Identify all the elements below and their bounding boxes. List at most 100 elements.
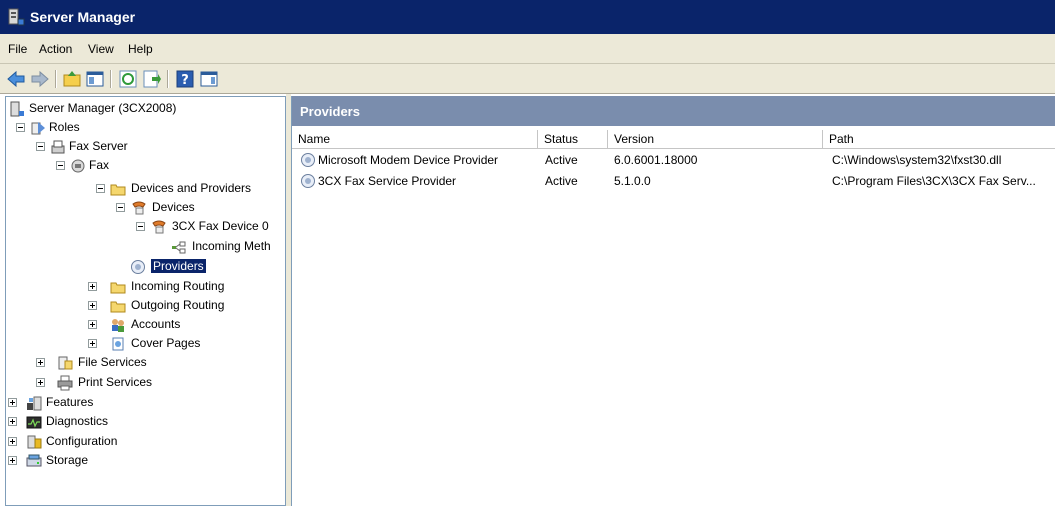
menu-bar: File Action View Help bbox=[0, 34, 1055, 64]
export-list-icon[interactable] bbox=[142, 69, 162, 89]
expand-toggle[interactable] bbox=[8, 456, 17, 465]
toolbar: ? bbox=[0, 64, 1055, 94]
tree-item-devices-and-providers[interactable]: Devices and Providers bbox=[6, 179, 285, 198]
list-item[interactable]: 3CX Fax Service Provider Active 5.1.0.0 … bbox=[292, 172, 1055, 191]
roles-icon bbox=[31, 122, 45, 135]
expand-toggle[interactable] bbox=[8, 398, 17, 407]
back-arrow-icon[interactable] bbox=[6, 69, 26, 89]
expand-toggle[interactable] bbox=[36, 378, 45, 387]
users-icon bbox=[112, 319, 124, 332]
tree-label: File Services bbox=[78, 355, 147, 369]
cell-version: 6.0.6001.18000 bbox=[614, 153, 698, 167]
collapse-toggle[interactable] bbox=[16, 123, 25, 132]
features-icon bbox=[27, 396, 42, 411]
expand-toggle[interactable] bbox=[88, 301, 97, 310]
column-header-path[interactable]: Path bbox=[823, 130, 1055, 149]
tree-item-incoming-method[interactable]: Incoming Meth bbox=[6, 237, 285, 256]
collapse-toggle[interactable] bbox=[96, 184, 105, 193]
list-item[interactable]: Microsoft Modem Device Provider Active 6… bbox=[292, 151, 1055, 170]
tree-label: Storage bbox=[46, 453, 89, 467]
printer-icon bbox=[57, 375, 73, 391]
tree-label: Fax bbox=[89, 158, 110, 172]
column-header-status[interactable]: Status bbox=[538, 130, 608, 149]
action-pane-icon[interactable] bbox=[199, 69, 219, 89]
tree-label: Fax Server bbox=[69, 139, 128, 153]
collapse-toggle[interactable] bbox=[36, 142, 45, 151]
tree-item-roles[interactable]: Roles bbox=[6, 118, 285, 137]
tree-item-providers[interactable]: Providers bbox=[6, 257, 285, 276]
cell-name: Microsoft Modem Device Provider bbox=[318, 153, 499, 167]
provider-icon bbox=[131, 260, 145, 274]
cover-page-icon bbox=[112, 337, 124, 351]
results-pane: Providers Name Status Version Path Micro… bbox=[291, 96, 1055, 506]
cell-path: C:\Program Files\3CX\3CX Fax Serv... bbox=[832, 174, 1036, 188]
folder-icon bbox=[110, 282, 126, 294]
window-title: Server Manager bbox=[30, 9, 136, 25]
menu-action[interactable]: Action bbox=[39, 42, 72, 56]
forward-arrow-icon[interactable] bbox=[30, 69, 50, 89]
navigation-tree[interactable]: Server Manager (3CX2008) Roles Fax Serve… bbox=[5, 96, 286, 506]
expand-toggle[interactable] bbox=[88, 320, 97, 329]
tree-item-server-manager[interactable]: Server Manager (3CX2008) bbox=[6, 99, 285, 118]
expand-toggle[interactable] bbox=[88, 282, 97, 291]
tree-label: Features bbox=[46, 395, 94, 409]
provider-icon bbox=[301, 153, 315, 167]
tree-item-devices[interactable]: Devices bbox=[6, 198, 285, 217]
title-bar: Server Manager bbox=[0, 0, 1055, 34]
svg-text:?: ? bbox=[181, 73, 189, 88]
tree-label: Configuration bbox=[46, 434, 118, 448]
collapse-toggle[interactable] bbox=[136, 222, 145, 231]
menu-file[interactable]: File bbox=[8, 42, 27, 56]
routing-method-icon bbox=[172, 241, 186, 254]
tree-label: Server Manager (3CX2008) bbox=[29, 101, 177, 115]
tree-label: Print Services bbox=[78, 375, 153, 389]
tree-label: Accounts bbox=[131, 317, 181, 331]
help-icon[interactable]: ? bbox=[175, 69, 195, 89]
tree-label: Outgoing Routing bbox=[131, 298, 225, 312]
provider-icon bbox=[301, 174, 315, 188]
storage-icon bbox=[26, 454, 42, 467]
collapse-toggle[interactable] bbox=[116, 203, 125, 212]
tree-item-file-services[interactable]: File Services bbox=[6, 353, 285, 372]
tree-label: Devices bbox=[152, 200, 195, 214]
tree-item-fax[interactable]: Fax bbox=[6, 156, 285, 175]
server-icon bbox=[10, 101, 24, 117]
configuration-icon bbox=[27, 435, 42, 449]
phone-handset-icon bbox=[152, 220, 166, 234]
expand-toggle[interactable] bbox=[88, 339, 97, 348]
collapse-toggle[interactable] bbox=[56, 161, 65, 170]
tree-item-storage[interactable]: Storage bbox=[6, 451, 285, 470]
tree-item-fax-server[interactable]: Fax Server bbox=[6, 137, 285, 156]
column-header-version[interactable]: Version bbox=[608, 130, 823, 149]
phone-handset-icon bbox=[132, 201, 146, 215]
expand-toggle[interactable] bbox=[36, 358, 45, 367]
menu-help[interactable]: Help bbox=[128, 42, 153, 56]
tree-label: Cover Pages bbox=[131, 336, 201, 350]
tree-item-accounts[interactable]: Accounts bbox=[6, 315, 285, 334]
show-hide-tree-icon[interactable] bbox=[85, 69, 105, 89]
tree-item-configuration[interactable]: Configuration bbox=[6, 432, 285, 451]
cell-name: 3CX Fax Service Provider bbox=[318, 174, 457, 188]
tree-item-3cx-fax-device-0[interactable]: 3CX Fax Device 0 bbox=[6, 217, 285, 236]
tree-item-incoming-routing[interactable]: Incoming Routing bbox=[6, 277, 285, 296]
tree-label: Devices and Providers bbox=[131, 181, 252, 195]
refresh-icon[interactable] bbox=[118, 69, 138, 89]
fax-icon bbox=[71, 159, 85, 173]
tree-item-diagnostics[interactable]: Diagnostics bbox=[6, 412, 285, 431]
diagnostics-icon bbox=[26, 416, 42, 429]
cell-status: Active bbox=[545, 174, 578, 188]
cell-version: 5.1.0.0 bbox=[614, 174, 651, 188]
column-header-name[interactable]: Name bbox=[292, 130, 538, 149]
cell-path: C:\Windows\system32\fxst30.dll bbox=[832, 153, 1002, 167]
expand-toggle[interactable] bbox=[8, 437, 17, 446]
tree-item-cover-pages[interactable]: Cover Pages bbox=[6, 334, 285, 353]
tree-label: 3CX Fax Device 0 bbox=[172, 219, 269, 233]
tree-item-print-services[interactable]: Print Services bbox=[6, 373, 285, 392]
tree-item-outgoing-routing[interactable]: Outgoing Routing bbox=[6, 296, 285, 315]
tree-label-selected: Providers bbox=[151, 259, 206, 273]
up-folder-icon[interactable] bbox=[62, 69, 82, 89]
tree-item-features[interactable]: Features bbox=[6, 393, 285, 412]
menu-view[interactable]: View bbox=[88, 42, 114, 56]
expand-toggle[interactable] bbox=[8, 417, 17, 426]
tree-label: Incoming Routing bbox=[131, 279, 225, 293]
